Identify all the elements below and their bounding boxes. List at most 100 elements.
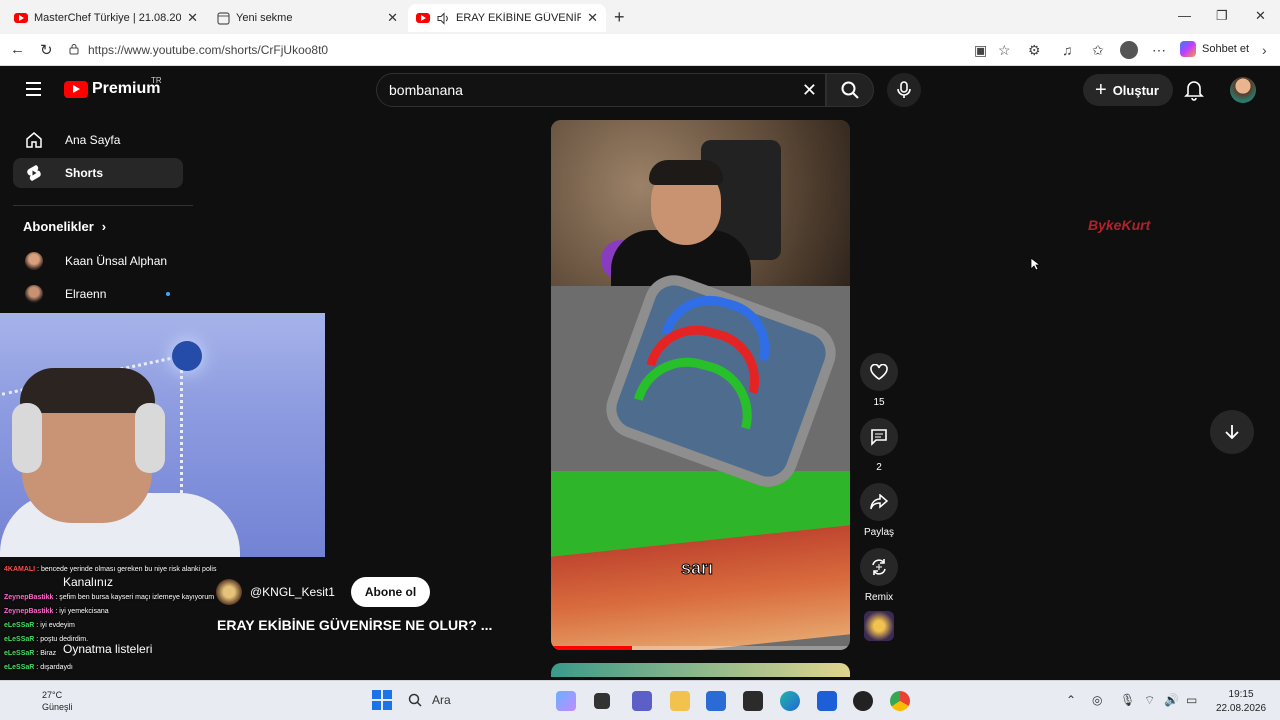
search-box[interactable]: ✕ xyxy=(376,73,826,107)
new-tab-favicon-icon xyxy=(216,11,230,25)
share-button[interactable]: Paylaş xyxy=(859,483,899,538)
media-app-icon[interactable] xyxy=(853,691,873,711)
file-explorer-icon[interactable] xyxy=(670,691,690,711)
account-avatar[interactable] xyxy=(1230,77,1256,103)
more-menu-icon[interactable]: ⋯ xyxy=(1152,42,1166,59)
favorite-star-icon[interactable]: ☆ xyxy=(998,42,1011,59)
avatar xyxy=(25,285,43,303)
next-short-preview[interactable] xyxy=(551,663,850,677)
browser-tab-bar: MasterChef Türkiye | 21.08.2026 @ ✕ Yeni… xyxy=(0,0,1280,34)
volume-icon[interactable]: 🔊 xyxy=(1164,693,1179,707)
favorites-icon[interactable]: ✩ xyxy=(1092,42,1104,59)
clear-search-icon[interactable]: ✕ xyxy=(802,80,817,101)
chrome-icon[interactable] xyxy=(890,691,910,711)
tab-close-icon[interactable]: ✕ xyxy=(587,10,598,26)
mouse-cursor-icon xyxy=(1030,257,1042,276)
wifi-icon[interactable]: ⌔ xyxy=(1144,693,1155,708)
close-window-button[interactable]: ✕ xyxy=(1255,8,1266,24)
progress-fill xyxy=(551,646,632,650)
sidebar-channel-kaan[interactable]: Kaan Ünsal Alphan xyxy=(13,246,183,276)
sidebar-item-playlists[interactable]: Oynatma listeleri xyxy=(63,642,152,656)
sidebar-item-label: Shorts xyxy=(65,166,104,180)
game-app-icon[interactable] xyxy=(743,691,763,711)
next-short-button[interactable] xyxy=(1210,410,1254,454)
tray-overflow-icon[interactable]: ⌃ xyxy=(1066,693,1076,707)
sidebar-item-shorts[interactable]: Shorts xyxy=(13,158,183,188)
store-icon[interactable] xyxy=(706,691,726,711)
url-field[interactable]: https://www.youtube.com/shorts/CrFjUkoo8… xyxy=(64,38,964,62)
remix-button[interactable]: Remix xyxy=(859,548,899,603)
media-control-icon[interactable]: ♫ xyxy=(1062,42,1073,58)
search-icon xyxy=(408,693,422,707)
subscriptions-heading[interactable]: Abonelikler › xyxy=(23,219,106,234)
extensions-icon[interactable]: ⚙ xyxy=(1028,42,1041,59)
microphone-icon[interactable]: 🎙 xyxy=(1120,693,1135,707)
plus-icon: + xyxy=(1095,78,1107,101)
chat-message: eLeSSaR : iyi evdeyim xyxy=(4,622,75,629)
youtube-favicon-icon xyxy=(416,11,430,25)
chat-message: ZeynepBastikk : şefim ben bursa kayseri … xyxy=(4,594,215,601)
reader-view-icon[interactable]: ▣ xyxy=(974,42,987,59)
game-footage xyxy=(551,266,850,650)
copilot-chevron-icon[interactable]: › xyxy=(1262,42,1267,58)
tab-close-icon[interactable]: ✕ xyxy=(387,10,398,26)
like-button[interactable]: 15 xyxy=(859,353,899,408)
windows-start-icon[interactable] xyxy=(372,690,392,715)
profile-avatar[interactable] xyxy=(1120,41,1138,59)
share-icon xyxy=(870,494,888,510)
maximize-button[interactable]: ❐ xyxy=(1216,8,1228,24)
tab-new-tab[interactable]: Yeni sekme ✕ xyxy=(208,4,406,32)
battery-icon[interactable]: ▭ xyxy=(1186,693,1197,707)
sidebar-item-your-channel[interactable]: Kanalınız xyxy=(63,575,113,589)
streamer-webcam-frame xyxy=(551,120,850,290)
tab-title: Yeni sekme xyxy=(236,12,293,24)
edge-browser-icon[interactable] xyxy=(780,691,800,711)
sidebar-channel-elraenn[interactable]: Elraenn xyxy=(13,279,183,309)
clock-date: 22.08.2026 xyxy=(1216,703,1267,714)
short-video-player[interactable]: sarı xyxy=(551,120,850,650)
task-view-icon[interactable] xyxy=(594,693,610,709)
voice-search-button[interactable] xyxy=(887,73,921,107)
copilot-chat-button[interactable]: Sohbet et xyxy=(1180,41,1249,57)
system-clock[interactable]: 19:15 22.08.2026 xyxy=(1216,688,1266,716)
weather-widget[interactable]: 27°C Güneşli xyxy=(42,689,73,713)
shorts-icon xyxy=(25,164,43,182)
minimize-button[interactable]: — xyxy=(1178,8,1191,23)
sidebar-item-label: Ana Sayfa xyxy=(65,133,121,147)
arrow-down-icon xyxy=(1225,425,1239,440)
teams-icon[interactable] xyxy=(632,691,652,711)
chat-message: eLeSSaR : dışardaydı xyxy=(4,664,73,671)
url-text: https://www.youtube.com/shorts/CrFjUkoo8… xyxy=(88,43,329,57)
subscribe-button[interactable]: Abone ol xyxy=(350,577,431,607)
tab-title: ERAY EKİBİNE GÜVENİRSE NE xyxy=(456,12,582,24)
weather-desc: Güneşli xyxy=(42,702,73,712)
comments-button[interactable]: 2 xyxy=(859,418,899,473)
notifications-bell-icon[interactable] xyxy=(1184,79,1204,106)
tab-close-icon[interactable]: ✕ xyxy=(187,10,198,26)
tab-active-short[interactable]: ERAY EKİBİNE GÜVENİRSE NE ✕ xyxy=(408,4,606,32)
editor-app-icon[interactable] xyxy=(817,691,837,711)
widget-art-icon[interactable] xyxy=(556,691,576,711)
create-label: Oluştur xyxy=(1112,82,1159,98)
share-label: Paylaş xyxy=(863,527,894,538)
sound-thumbnail[interactable] xyxy=(864,611,894,641)
search-button[interactable] xyxy=(826,73,874,107)
chat-message: 4KAMALI : bencede yerinde olması gereken… xyxy=(4,566,217,573)
video-progress-bar[interactable] xyxy=(551,646,850,650)
search-input[interactable] xyxy=(389,82,769,98)
tab-masterchef[interactable]: MasterChef Türkiye | 21.08.2026 @ ✕ xyxy=(6,4,206,32)
create-button[interactable]: + Oluştur xyxy=(1083,74,1173,106)
menu-hamburger-icon[interactable] xyxy=(26,82,41,100)
sidebar-item-home[interactable]: Ana Sayfa xyxy=(13,125,183,155)
youtube-premium-logo[interactable]: Premium TR xyxy=(64,76,162,98)
new-tab-button[interactable]: + xyxy=(614,7,625,28)
remix-icon xyxy=(872,559,886,575)
reload-icon[interactable]: ↻ xyxy=(40,41,53,59)
site-info-icon[interactable] xyxy=(68,43,80,58)
tray-app-icon[interactable]: ◎ xyxy=(1092,693,1102,707)
speaker-icon[interactable] xyxy=(436,11,450,25)
back-arrow-icon[interactable]: ← xyxy=(10,41,25,58)
taskbar-search[interactable]: Ara xyxy=(408,693,451,707)
channel-name: Elraenn xyxy=(65,287,107,301)
search-icon xyxy=(841,81,859,99)
